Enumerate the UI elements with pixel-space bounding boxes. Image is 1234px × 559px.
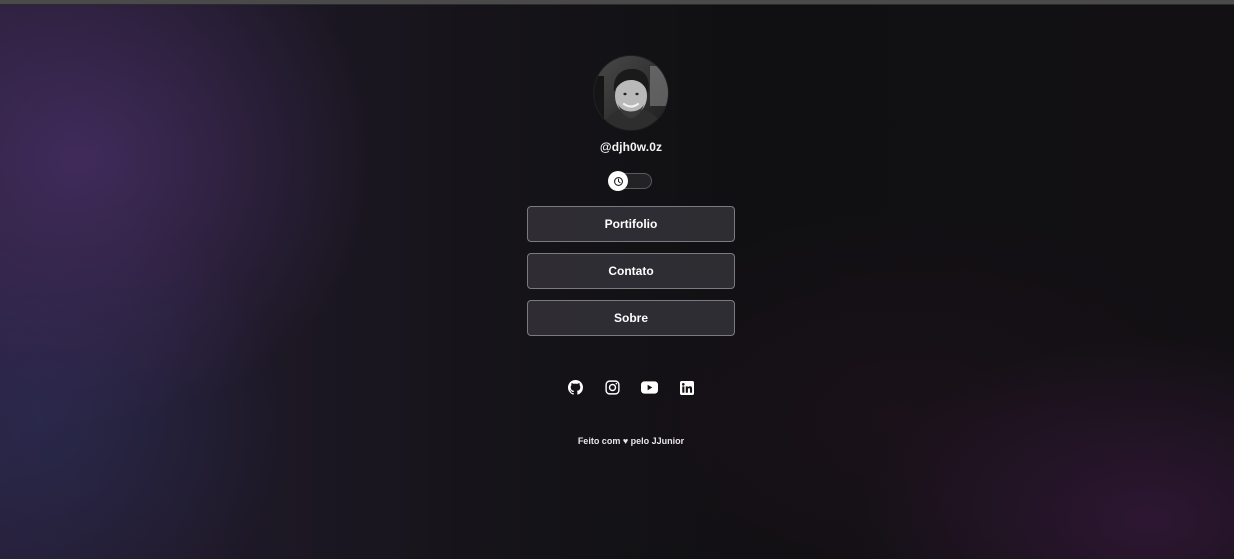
theme-icon bbox=[613, 176, 623, 186]
link-list: Portifolio Contato Sobre bbox=[527, 206, 735, 336]
footer-credit: Feito com ♥ pelo JJunior bbox=[577, 436, 685, 446]
contact-button[interactable]: Contato bbox=[527, 253, 735, 289]
avatar bbox=[594, 56, 668, 130]
about-button[interactable]: Sobre bbox=[527, 300, 735, 336]
linkedin-icon[interactable] bbox=[678, 379, 695, 396]
github-icon[interactable] bbox=[567, 379, 584, 396]
youtube-icon[interactable] bbox=[641, 379, 658, 396]
profile-handle: @djh0w.0z bbox=[599, 140, 663, 154]
theme-toggle[interactable] bbox=[608, 171, 652, 191]
portfolio-button[interactable]: Portifolio bbox=[527, 206, 735, 242]
instagram-icon[interactable] bbox=[604, 379, 621, 396]
toggle-knob[interactable] bbox=[608, 171, 628, 191]
link-tree-card: @djh0w.0z Portifolio Contato Sobre Feito… bbox=[527, 56, 735, 446]
avatar-photo bbox=[594, 56, 668, 130]
social-links bbox=[567, 379, 695, 396]
browser-top-edge bbox=[0, 0, 1234, 5]
